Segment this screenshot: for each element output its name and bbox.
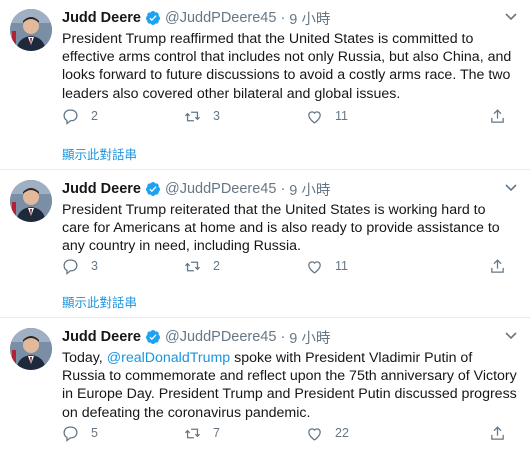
chevron-down-icon[interactable] <box>504 12 518 22</box>
like-icon <box>308 110 321 124</box>
like-button[interactable]: 11 <box>306 258 428 275</box>
tweet-header: Judd Deere @JuddPDeere45 · 9 小時 <box>62 327 330 347</box>
reply-icon <box>63 425 78 442</box>
reply-count: 3 <box>91 259 98 273</box>
timestamp[interactable]: 9 小時 <box>289 179 330 200</box>
mention-link[interactable]: @realDonaldTrump <box>107 350 230 366</box>
retweet-count: 2 <box>213 259 220 273</box>
separator-dot: · <box>280 329 286 345</box>
verified-badge-icon <box>145 182 160 196</box>
timestamp[interactable]: 9 小時 <box>289 8 330 29</box>
tweet-actions: 2 3 11 <box>62 106 504 126</box>
tweet-header: Judd Deere @JuddPDeere45 · 9 小時 <box>62 179 330 199</box>
share-icon[interactable] <box>489 258 506 275</box>
chevron-down-icon[interactable] <box>504 183 518 193</box>
reply-button[interactable]: 3 <box>62 258 184 275</box>
tweet-header: Judd Deere @JuddPDeere45 · 9 小時 <box>62 8 330 28</box>
like-count: 11 <box>335 259 348 273</box>
like-icon <box>308 260 321 274</box>
retweet-icon <box>184 111 201 121</box>
avatar[interactable] <box>10 328 52 370</box>
tweet[interactable]: Judd Deere @JuddPDeere45 · 9 小時 Presiden… <box>0 171 530 318</box>
like-count: 11 <box>335 109 348 123</box>
author-name[interactable]: Judd Deere <box>62 181 141 197</box>
retweet-button[interactable]: 7 <box>184 425 306 442</box>
retweet-button[interactable]: 3 <box>184 108 306 125</box>
reply-button[interactable]: 5 <box>62 425 184 442</box>
reply-count: 5 <box>91 426 98 440</box>
retweet-count: 7 <box>213 426 220 440</box>
like-button[interactable]: 22 <box>306 425 428 442</box>
author-name[interactable]: Judd Deere <box>62 329 141 345</box>
avatar[interactable] <box>10 180 52 222</box>
author-handle[interactable]: @JuddPDeere45 <box>165 181 276 197</box>
retweet-icon <box>184 428 201 438</box>
tweet[interactable]: Judd Deere @JuddPDeere45 · 9 小時 Presiden… <box>0 0 530 170</box>
timestamp[interactable]: 9 小時 <box>289 327 330 348</box>
show-thread-link[interactable]: 顯示此對話串 <box>62 292 137 311</box>
reply-button[interactable]: 2 <box>62 108 184 125</box>
retweet-icon <box>184 261 201 271</box>
like-icon <box>308 427 321 441</box>
verified-badge-icon <box>145 330 160 344</box>
tweet-text-before: Today, <box>62 350 107 366</box>
like-count: 22 <box>335 426 349 440</box>
tweet[interactable]: Judd Deere @JuddPDeere45 · 9 小時 Today, @… <box>0 319 530 449</box>
tweet-text: President Trump reaffirmed that the Unit… <box>62 31 512 102</box>
reply-icon <box>63 108 78 125</box>
tweet-text: President Trump reiterated that the Unit… <box>62 202 500 255</box>
separator-dot: · <box>280 181 286 197</box>
retweet-count: 3 <box>213 109 220 123</box>
verified-badge-icon <box>145 11 160 25</box>
author-name[interactable]: Judd Deere <box>62 10 141 26</box>
tweet-actions: 3 2 11 <box>62 256 504 276</box>
share-icon[interactable] <box>489 425 506 442</box>
tweet-feed: Judd Deere @JuddPDeere45 · 9 小時 Presiden… <box>0 0 530 449</box>
reply-icon <box>63 258 78 275</box>
reply-count: 2 <box>91 109 98 123</box>
chevron-down-icon[interactable] <box>504 331 518 341</box>
author-handle[interactable]: @JuddPDeere45 <box>165 10 276 26</box>
retweet-button[interactable]: 2 <box>184 258 306 275</box>
tweet-actions: 5 7 22 <box>62 423 504 443</box>
share-icon[interactable] <box>489 108 506 125</box>
author-handle[interactable]: @JuddPDeere45 <box>165 329 276 345</box>
avatar[interactable] <box>10 9 52 51</box>
show-thread-link[interactable]: 顯示此對話串 <box>62 144 137 163</box>
separator-dot: · <box>280 10 286 26</box>
like-button[interactable]: 11 <box>306 108 428 125</box>
tweet-text: Today, @realDonaldTrump spoke with Presi… <box>62 349 524 422</box>
